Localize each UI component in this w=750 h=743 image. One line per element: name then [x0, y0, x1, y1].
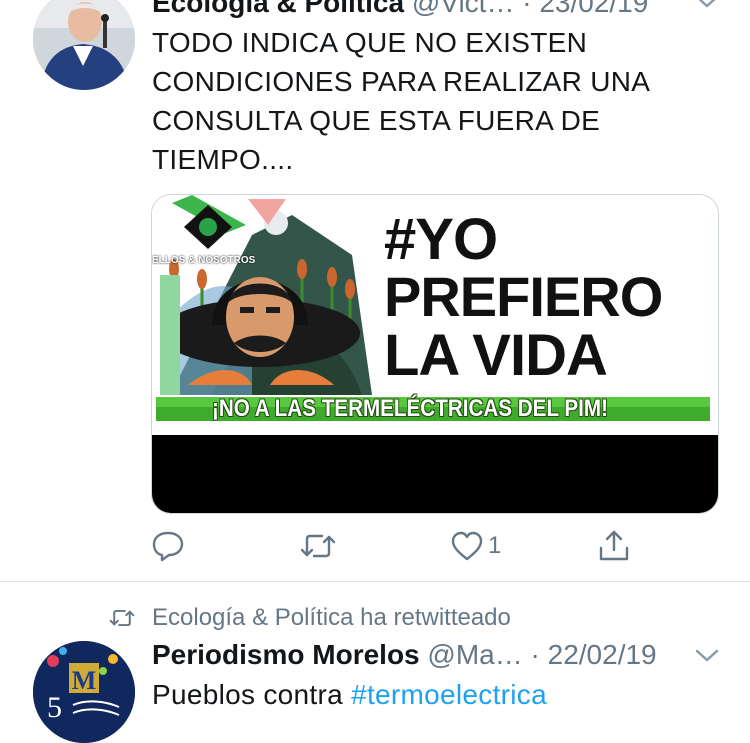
share-icon — [599, 530, 629, 561]
media-headline-line: #YO — [384, 207, 498, 272]
tweet-divider — [0, 581, 750, 582]
chevron-down-icon[interactable] — [694, 648, 720, 664]
author-name[interactable]: Periodismo Morelos — [152, 639, 420, 670]
retweet-indicator-icon — [109, 609, 135, 627]
tweet-media[interactable]: ELLOS & NOSOTROS #YO PREFIERO LA VIDA ¡N… — [151, 194, 719, 514]
author-avatar[interactable] — [33, 0, 135, 90]
like-count: 1 — [488, 532, 502, 559]
svg-text:5: 5 — [47, 691, 62, 724]
reply-button[interactable] — [150, 528, 186, 564]
avatar-image — [33, 0, 135, 90]
author-handle[interactable]: @Ma… — [427, 639, 522, 670]
tweet-text: Pueblos contra #termoelectrica — [152, 675, 712, 714]
tweet-text-content: Pueblos contra — [152, 679, 352, 710]
author-name[interactable]: Ecología & Política — [152, 0, 404, 18]
svg-text:M: M — [72, 666, 97, 695]
retweet-context-label[interactable]: Ecología & Política ha retwitteado — [152, 604, 511, 632]
media-headline-line: LA VIDA — [384, 323, 608, 388]
author-handle[interactable]: @Vict… — [412, 0, 515, 18]
hashtag-link[interactable]: #termoelectrica — [351, 679, 547, 710]
tweet-header: Ecología & Política @Vict… · 23/02/19 — [152, 0, 648, 20]
reply-icon — [152, 531, 184, 562]
author-avatar[interactable]: M 5 — [33, 641, 135, 743]
media-headline-line: PREFIERO — [384, 265, 663, 328]
retweet-button[interactable] — [298, 528, 338, 564]
heart-icon — [451, 531, 483, 561]
share-button[interactable] — [596, 528, 632, 564]
tweet-date[interactable]: · 23/02/19 — [522, 0, 648, 18]
retweet-icon — [300, 534, 336, 558]
tweet-header: Periodismo Morelos @Ma… · 22/02/19 — [152, 638, 657, 672]
tweet-date[interactable]: · 22/02/19 — [531, 639, 657, 670]
chevron-down-icon[interactable] — [694, 0, 720, 10]
media-banner-text: ¡NO A LAS TERMELÉCTRICAS DEL PIM! — [212, 395, 608, 422]
like-button[interactable]: 1 — [450, 528, 501, 564]
media-watermark: ELLOS & NOSOTROS — [152, 255, 256, 266]
media-letterbox — [152, 435, 718, 513]
tweet-text: TODO INDICA QUE NO EXISTEN CONDICIONES P… — [152, 27, 649, 175]
tweet-actions: 1 — [150, 528, 750, 568]
retweet-context: Ecología & Política ha retwitteado — [107, 603, 511, 633]
avatar-image: M 5 — [33, 641, 135, 743]
